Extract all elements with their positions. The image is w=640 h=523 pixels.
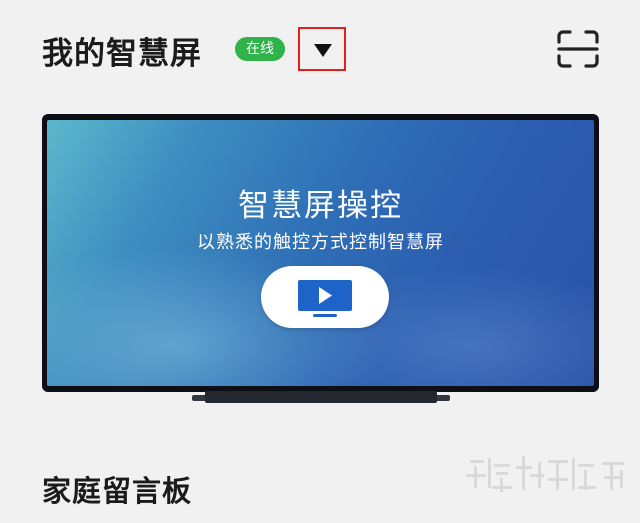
page-title: 我的智慧屏 bbox=[42, 36, 202, 72]
tv-card-title: 智慧屏操控 bbox=[238, 188, 403, 224]
tv-control-card[interactable]: 智慧屏操控 以熟悉的触控方式控制智慧屏 bbox=[42, 114, 599, 392]
device-dropdown-button[interactable] bbox=[298, 27, 346, 71]
tv-screen: 智慧屏操控 以熟悉的触控方式控制智慧屏 bbox=[47, 120, 594, 386]
status-badge: 在线 bbox=[235, 37, 285, 61]
scan-button[interactable] bbox=[555, 28, 601, 70]
section-title-message-board: 家庭留言板 bbox=[42, 474, 193, 508]
header-bar: 我的智慧屏 在线 bbox=[0, 0, 640, 100]
tv-play-icon bbox=[298, 280, 352, 317]
triangle-down-icon bbox=[314, 44, 332, 57]
open-control-button[interactable] bbox=[261, 266, 389, 328]
scan-icon bbox=[557, 30, 599, 68]
tv-card-subtitle: 以熟悉的触控方式控制智慧屏 bbox=[197, 232, 444, 253]
watermark-logo bbox=[466, 456, 624, 492]
tv-stand bbox=[205, 391, 437, 403]
